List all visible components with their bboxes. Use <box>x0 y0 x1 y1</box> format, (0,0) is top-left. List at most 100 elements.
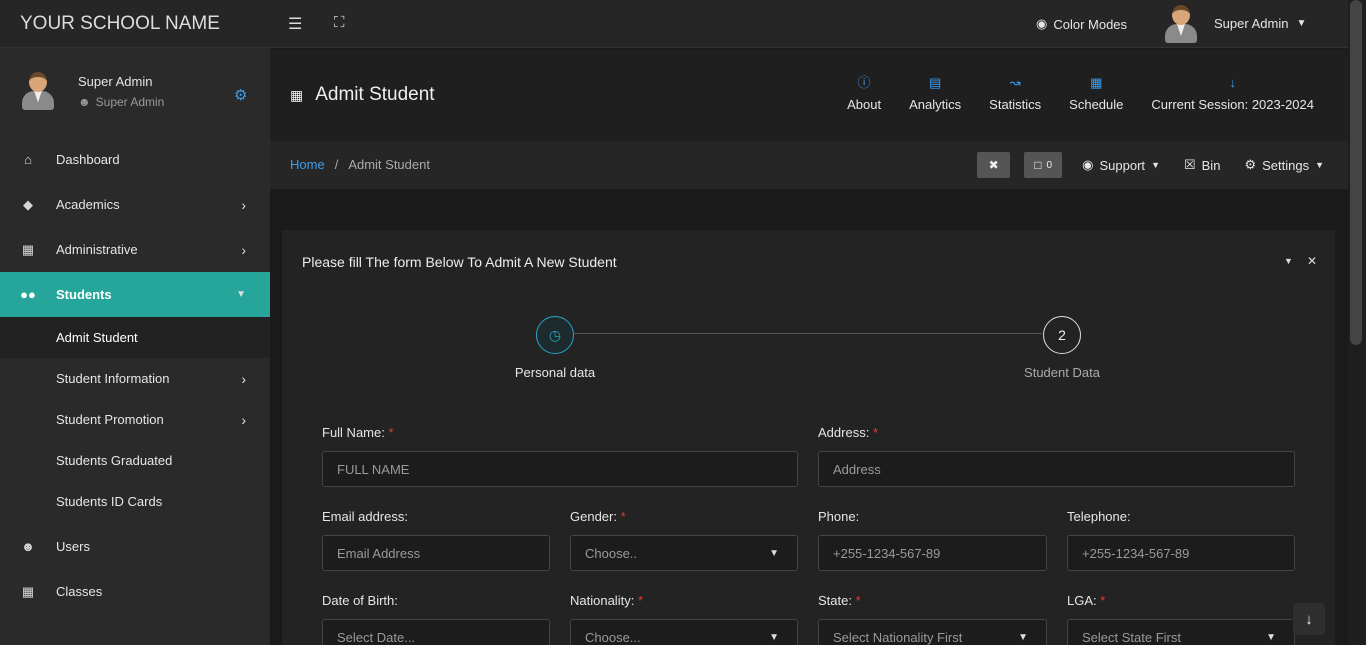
required-marker: * <box>388 425 394 440</box>
sidebar-nav: ⌂ Dashboard ◆ Academics › ▦ Administrati… <box>0 137 270 614</box>
state-select[interactable]: Select Nationality First ▼ <box>818 619 1047 645</box>
statistics-label: Statistics <box>989 97 1042 112</box>
fullscreen-icon[interactable]: ⛶ <box>334 14 345 31</box>
schedule-link[interactable]: ▦ Schedule <box>1069 75 1123 112</box>
about-label: About <box>847 97 882 112</box>
required-marker: * <box>855 593 861 608</box>
step-2-number: 2 <box>1058 327 1066 343</box>
color-modes-button[interactable]: ◉ Color Modes <box>1036 16 1127 32</box>
nationality-label: Nationality: * <box>570 593 643 608</box>
page-header: ▦ Admit Student ⓘ About ▤ Analytics ↝ Stati… <box>270 49 1348 141</box>
support-button[interactable]: ◉ Support ▼ <box>1082 157 1160 173</box>
sidebar-item-academics[interactable]: ◆ Academics › <box>0 182 270 227</box>
vertical-scrollbar[interactable] <box>1348 0 1366 645</box>
dob-input[interactable]: Select Date... <box>322 619 550 645</box>
sidebar-subitem-admit-student[interactable]: Admit Student <box>0 317 270 358</box>
address-input[interactable]: Address <box>818 451 1295 487</box>
sidebar-subitem-students-id-cards[interactable]: Students ID Cards <box>0 481 270 522</box>
breadcrumb-separator: / <box>334 157 339 172</box>
gender-label-text: Gender: <box>570 509 617 524</box>
support-label: Support <box>1099 157 1146 173</box>
bin-button[interactable]: ☒ Bin <box>1184 157 1220 173</box>
clock-icon: ◷ <box>548 326 562 343</box>
lga-label-text: LGA: <box>1067 593 1097 608</box>
sidebar-item-label: Students <box>56 287 112 302</box>
messages-button[interactable]: □ 0 <box>1024 152 1063 178</box>
gender-select-value: Choose.. <box>585 545 638 561</box>
collapse-icon[interactable]: ▼ <box>1284 256 1293 268</box>
current-session-label: Current Session: 2023-2024 <box>1151 97 1314 112</box>
chevron-right-icon: › <box>241 370 246 387</box>
dob-label: Date of Birth: <box>322 593 398 608</box>
nationality-select[interactable]: Choose... ▼ <box>570 619 798 645</box>
user-menu-button[interactable]: Super Admin ▼ <box>1214 16 1306 31</box>
color-modes-label: Color Modes <box>1053 16 1128 32</box>
sidebar-item-users[interactable]: ☻ Users <box>0 524 270 569</box>
close-icon[interactable]: ✕ <box>1307 254 1317 268</box>
email-input[interactable]: Email Address <box>322 535 550 571</box>
bin-label: Bin <box>1201 157 1221 173</box>
breadcrumb-current: Admit Student <box>348 157 430 172</box>
sidebar-item-label: Academics <box>56 197 120 212</box>
sidebar-item-administrative[interactable]: ▦ Administrative › <box>0 227 270 272</box>
topbar: ☰ ⛶ ◉ Color Modes Super Admin ▼ <box>270 0 1348 48</box>
sidebar-item-students[interactable]: ●● Students ▼ <box>0 272 270 317</box>
admission-form-card: Please fill The form Below To Admit A Ne… <box>282 230 1335 645</box>
telephone-input[interactable]: +255-1234-567-89 <box>1067 535 1295 571</box>
bar-chart-icon: ▤ <box>928 75 942 90</box>
scroll-down-button[interactable]: ↓ <box>1293 603 1325 635</box>
trash-icon: ☒ <box>1183 157 1196 172</box>
statistics-link[interactable]: ↝ Statistics <box>989 75 1041 112</box>
phone-input[interactable]: +255-1234-567-89 <box>818 535 1047 571</box>
required-marker: * <box>637 593 643 608</box>
required-marker: * <box>1100 593 1106 608</box>
step-1[interactable]: ◷ <box>536 316 574 354</box>
chevron-right-icon: › <box>241 411 246 428</box>
gear-icon: ⚙ <box>1244 157 1257 172</box>
settings-button[interactable]: ⚙ Settings ▼ <box>1244 157 1324 173</box>
gear-icon[interactable]: ⚙ <box>234 86 247 104</box>
about-link[interactable]: ⓘ About <box>847 75 881 112</box>
chevron-down-icon: ▼ <box>1296 18 1307 29</box>
sidebar-subitem-student-promotion[interactable]: Student Promotion › <box>0 399 270 440</box>
lifebuoy-icon: ◉ <box>1082 157 1094 172</box>
notifications-off-button[interactable]: ✖ <box>977 152 1011 178</box>
topbar-avatar[interactable] <box>1163 5 1199 45</box>
sidebar-item-label: Classes <box>56 584 103 599</box>
card-tools: ▼ ✕ <box>1284 254 1317 268</box>
card-title: Please fill The form Below To Admit A Ne… <box>302 254 617 270</box>
state-label: State: * <box>818 593 861 608</box>
state-label-text: State: <box>818 593 852 608</box>
current-session-link[interactable]: ↓ Current Session: 2023-2024 <box>1151 75 1314 112</box>
chevron-right-icon: › <box>241 196 246 213</box>
sidebar-subitem-student-information[interactable]: Student Information › <box>0 358 270 399</box>
sidebar-item-classes[interactable]: ▦ Classes <box>0 569 270 614</box>
analytics-link[interactable]: ▤ Analytics <box>909 75 961 112</box>
info-icon: ⓘ <box>857 75 871 90</box>
scrollbar-thumb[interactable] <box>1350 0 1362 345</box>
chevron-right-icon: › <box>241 241 246 258</box>
brand-title[interactable]: YOUR SCHOOL NAME <box>0 0 270 48</box>
sidebar-item-label: Dashboard <box>56 152 120 167</box>
schedule-label: Schedule <box>1069 97 1124 112</box>
gender-select[interactable]: Choose.. ▼ <box>570 535 798 571</box>
hamburger-menu-icon[interactable]: ☰ <box>288 14 302 34</box>
sidebar-subitem-students-graduated[interactable]: Students Graduated <box>0 440 270 481</box>
required-marker: * <box>872 425 878 440</box>
user-name: Super Admin <box>78 74 153 89</box>
lga-label: LGA: * <box>1067 593 1105 608</box>
step-2[interactable]: 2 <box>1043 316 1081 354</box>
breadcrumb-home[interactable]: Home <box>290 157 325 172</box>
breadcrumb-bar: Home / Admit Student ✖ □ 0 ◉ Support ▼ ☒… <box>270 141 1348 189</box>
arrow-down-icon: ↓ <box>1305 610 1313 628</box>
sidebar-item-dashboard[interactable]: ⌂ Dashboard <box>0 137 270 182</box>
users-icon: ●● <box>20 287 36 302</box>
lga-select[interactable]: Select State First ▼ <box>1067 619 1295 645</box>
messages-count: 0 <box>1046 159 1053 171</box>
chevron-down-icon: ▼ <box>769 547 779 559</box>
chevron-down-icon: ▼ <box>1151 160 1160 170</box>
breadcrumb: Home / Admit Student <box>290 157 430 172</box>
full-name-input[interactable]: FULL NAME <box>322 451 798 487</box>
building-icon: ▦ <box>21 241 35 257</box>
sidebar-item-label: Student Information <box>56 371 170 386</box>
